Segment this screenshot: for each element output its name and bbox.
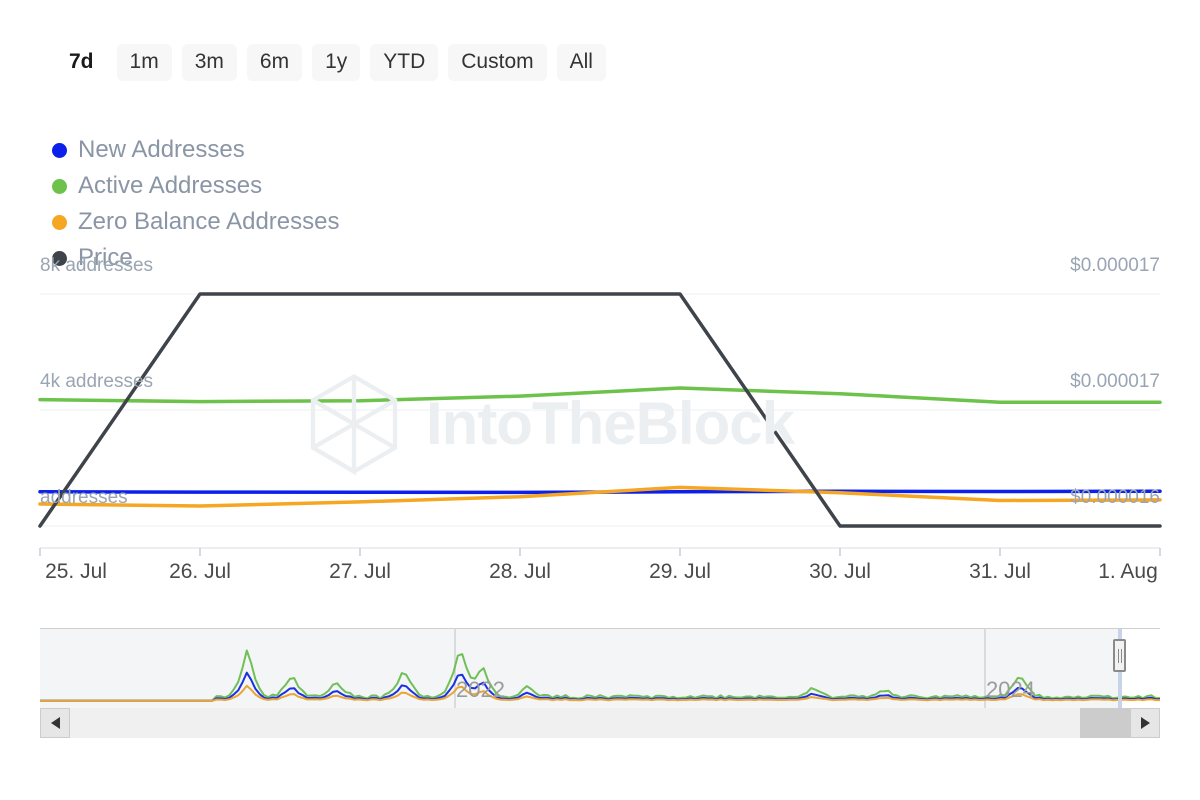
legend-item-new-addresses[interactable]: New Addresses — [52, 132, 452, 168]
range-button-custom[interactable]: Custom — [448, 44, 547, 81]
legend-label: Active Addresses — [78, 172, 263, 199]
x-tick-label: 31. Jul — [969, 560, 1031, 583]
y-axis-left-label-8k: 8k addresses — [40, 255, 154, 276]
scroll-left-button[interactable] — [40, 708, 70, 738]
range-button-ytd[interactable]: YTD — [370, 44, 439, 81]
chevron-left-icon — [50, 717, 60, 729]
navigator-mask-left — [40, 629, 1120, 709]
range-button-1m[interactable]: 1m — [116, 44, 172, 81]
scroll-right-button[interactable] — [1130, 708, 1160, 738]
legend-label: Zero Balance Addresses — [78, 208, 340, 235]
series-dot-icon — [52, 142, 67, 158]
series-dot-icon — [52, 178, 67, 194]
legend-label: New Addresses — [78, 136, 245, 163]
y-axis-left-label-4k: 4k addresses — [40, 371, 154, 392]
legend-item-active-addresses[interactable]: Active Addresses — [52, 168, 452, 204]
x-tick-label: 1. Aug — [1098, 560, 1158, 583]
x-tick-label: 25. Jul — [45, 560, 107, 583]
navigator-year-2022: 2022 — [456, 677, 505, 702]
x-axis-ticks-svg — [39, 548, 1161, 556]
scrollbar-thumb[interactable] — [1080, 708, 1130, 738]
x-tick-label: 30. Jul — [809, 560, 871, 583]
range-button-7d[interactable]: 7d — [56, 44, 107, 81]
legend-item-zero-balance-addresses[interactable]: Zero Balance Addresses — [52, 204, 452, 240]
navigator-handle-right[interactable] — [1113, 639, 1126, 672]
y-axis-right-label-mid: $0.000017 — [1070, 371, 1160, 392]
chevron-right-icon — [1140, 717, 1150, 729]
y-axis-right-label-bottom: $0.000016 — [1070, 487, 1160, 508]
series-dot-icon — [52, 214, 67, 230]
time-range-selector[interactable]: 7d 1m 3m 6m 1y YTD Custom All — [56, 44, 606, 81]
x-tick-label: 27. Jul — [329, 560, 391, 583]
range-button-6m[interactable]: 6m — [246, 44, 303, 81]
x-tick-label: 26. Jul — [169, 560, 231, 583]
chart-plot-area[interactable]: 8k addresses 4k addresses addresses $0.0… — [0, 256, 1200, 560]
chart-navigator[interactable]: 2022 2024 — [40, 628, 1160, 709]
navigator-scrollbar[interactable] — [40, 708, 1160, 738]
range-button-3m[interactable]: 3m — [181, 44, 237, 81]
x-axis: 25. Jul 26. Jul 27. Jul 28. Jul 29. Jul 30. J… — [0, 548, 1200, 594]
x-tick-label: 29. Jul — [649, 560, 711, 583]
chart-page: 7d 1m 3m 6m 1y YTD Custom All New Addresses Acti… — [0, 0, 1200, 800]
chart-legend[interactable]: New Addresses Active Addresses Zero Balanc… — [52, 132, 812, 276]
y-axis-left-label-0: addresses — [40, 487, 128, 508]
x-tick-label: 28. Jul — [489, 560, 551, 583]
y-axis-right-label-top: $0.000017 — [1070, 255, 1160, 276]
range-button-1y[interactable]: 1y — [312, 44, 361, 81]
navigator-year-2024: 2024 — [986, 677, 1035, 702]
range-button-all[interactable]: All — [556, 44, 606, 81]
series-line-active-addresses — [38, 386, 1162, 404]
chart-lines-svg — [38, 292, 1162, 549]
